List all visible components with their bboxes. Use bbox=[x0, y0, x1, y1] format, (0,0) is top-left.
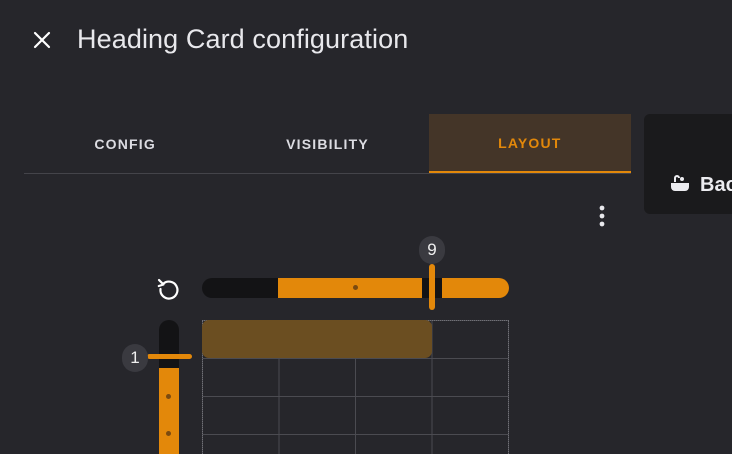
card-size-preview bbox=[202, 320, 432, 358]
card-config-dialog: Heading Card configuration CONFIG VISIBI… bbox=[0, 0, 732, 454]
columns-slider-step-dot bbox=[353, 285, 358, 290]
rows-slider-handle[interactable] bbox=[147, 354, 192, 359]
close-icon bbox=[33, 31, 51, 49]
columns-slider-fill bbox=[278, 278, 422, 298]
tab-bar: CONFIG VISIBILITY LAYOUT bbox=[24, 114, 631, 174]
columns-value-badge: 9 bbox=[419, 236, 445, 264]
rows-value-badge: 1 bbox=[122, 344, 148, 372]
layout-menu-button[interactable] bbox=[586, 200, 618, 232]
dots-vertical-icon bbox=[599, 205, 605, 227]
restore-icon bbox=[157, 278, 179, 300]
tab-layout[interactable]: LAYOUT bbox=[428, 114, 631, 173]
tab-config[interactable]: CONFIG bbox=[24, 114, 226, 173]
tab-visibility[interactable]: VISIBILITY bbox=[226, 114, 428, 173]
rows-slider-step-dot bbox=[166, 431, 171, 436]
rows-slider-step-dot bbox=[166, 394, 171, 399]
columns-slider-handle[interactable] bbox=[429, 264, 435, 310]
preview-heading-text: Bac bbox=[700, 174, 732, 196]
bathtub-icon bbox=[671, 175, 689, 191]
card-preview-panel: Bac bbox=[644, 114, 732, 214]
rows-slider-fill bbox=[159, 368, 179, 454]
columns-slider-fill-end bbox=[442, 278, 509, 298]
dialog-title: Heading Card configuration bbox=[77, 24, 409, 54]
close-button[interactable] bbox=[26, 24, 58, 56]
reset-layout-button[interactable] bbox=[152, 272, 186, 306]
